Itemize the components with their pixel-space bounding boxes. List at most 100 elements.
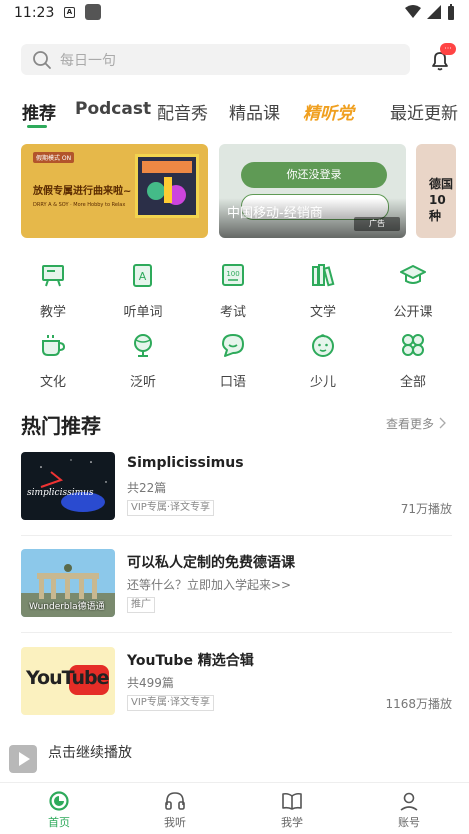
divider: [21, 535, 452, 536]
category-label: 少儿: [309, 375, 336, 390]
banner-german[interactable]: 德国 10种: [416, 144, 456, 238]
headphones-icon: [165, 792, 185, 810]
album-cover-image: [135, 154, 199, 218]
item-episode-count: 共22篇: [127, 481, 167, 495]
search-placeholder: 每日一句: [60, 52, 116, 69]
nav-home[interactable]: 首页: [29, 790, 89, 830]
coffee-cup-icon: [42, 335, 66, 356]
category-label: 文化: [39, 375, 66, 390]
vip-tag: VIP专属·译文专享: [127, 500, 214, 516]
ad-badge[interactable]: 广告: [354, 217, 400, 231]
item-episode-count: 共499篇: [127, 676, 174, 690]
category-label: 口语: [219, 375, 246, 390]
login-prompt-button[interactable]: 你还没登录: [241, 162, 387, 188]
globe-icon: [134, 334, 152, 357]
category-kids[interactable]: 少儿: [293, 332, 353, 390]
category-extensive-listening[interactable]: 泛听: [113, 332, 173, 390]
category-label: 文学: [309, 305, 336, 320]
banner-ad[interactable]: 你还没登录 中国移动-经销商 广告: [219, 144, 406, 238]
mini-player[interactable]: 点击继续播放: [0, 733, 469, 781]
see-more-label: 查看更多: [386, 417, 435, 431]
item-description: 还等什么？立即加入学起来>>: [127, 578, 292, 592]
status-time: 11:23: [14, 5, 55, 21]
battery-icon: [448, 4, 454, 20]
nav-label: 我学: [281, 816, 303, 829]
category-literature[interactable]: 文学: [293, 262, 353, 320]
bottom-navigation: 首页 我听 我学 账号: [0, 782, 469, 834]
tab-recommend[interactable]: 推荐: [22, 99, 56, 124]
section-title: 热门推荐: [21, 414, 101, 438]
wifi-icon: [405, 5, 421, 18]
four-leaf-icon: [402, 334, 424, 356]
speech-bubble-icon: [222, 334, 244, 357]
category-speaking[interactable]: 口语: [203, 332, 263, 390]
child-face-icon: [312, 334, 334, 357]
play-icon[interactable]: [9, 745, 37, 773]
banner-subtitle: DRRY A & SOY · More Hobby to Relax: [33, 202, 126, 208]
search-icon: [33, 50, 51, 69]
status-indicators: [405, 4, 455, 20]
banner-tag: 假期模式 ON: [33, 152, 75, 163]
nav-label: 首页: [48, 816, 70, 829]
category-culture[interactable]: 文化: [23, 332, 83, 390]
tab-premium-courses[interactable]: 精品课: [229, 99, 280, 124]
category-listen-words[interactable]: A 听单词: [113, 262, 173, 320]
search-bar[interactable]: 每日一句: [21, 44, 410, 75]
item-thumbnail: YouTube: [21, 647, 115, 715]
tab-recent-updates[interactable]: 最近更新: [390, 99, 458, 124]
home-icon: [49, 791, 69, 811]
category-exam[interactable]: 100 考试: [203, 262, 263, 320]
nav-account[interactable]: 账号: [379, 790, 439, 830]
item-title: 可以私人定制的免费德语课: [127, 555, 295, 571]
list-item[interactable]: YouTube YouTube 精选合辑 共499篇 VIP专属·译文专享 11…: [21, 647, 452, 715]
item-play-count: 1168万播放: [385, 697, 452, 711]
svg-text:100: 100: [226, 270, 239, 278]
signal-icon: [427, 5, 441, 19]
nav-label: 我听: [164, 816, 186, 829]
category-label: 泛听: [129, 375, 156, 390]
notification-a-icon: A: [64, 7, 75, 18]
category-open-course[interactable]: 公开课: [383, 262, 443, 320]
tab-dubbing-show[interactable]: 配音秀: [157, 99, 208, 124]
category-label: 公开课: [393, 305, 433, 320]
exam-100-icon: 100: [222, 264, 244, 286]
item-title: YouTube 精选合辑: [127, 653, 254, 669]
banner-caption: 中国移动-经销商: [227, 206, 323, 221]
chevron-right-icon: [439, 417, 446, 429]
continue-playing-label: 点击继续播放: [48, 745, 132, 761]
banner-carousel[interactable]: 假期模式 ON 放假专属进行曲来啦~ DRRY A & SOY · More H…: [0, 144, 469, 238]
category-tabs: 推荐 Podcast 配音秀 精品课 精听党 最近更新: [0, 96, 469, 136]
tab-podcast[interactable]: Podcast: [75, 99, 151, 119]
nav-label: 账号: [398, 816, 420, 829]
tab-intensive-listening[interactable]: 精听党: [303, 99, 354, 124]
nav-study[interactable]: 我学: [262, 790, 322, 830]
open-book-icon: [282, 792, 302, 810]
item-title: Simplicissimus: [127, 455, 244, 471]
list-item[interactable]: Wunderbla德语通 可以私人定制的免费德语课 还等什么？立即加入学起来>>…: [21, 549, 452, 617]
category-label: 教学: [39, 305, 66, 320]
item-thumbnail: simplicissimus: [21, 452, 115, 520]
user-icon: [400, 792, 418, 811]
category-label: 全部: [399, 375, 426, 390]
vip-tag: VIP专属·译文专享: [127, 695, 214, 711]
teaching-board-icon: [42, 265, 64, 287]
item-thumbnail: Wunderbla德语通: [21, 549, 115, 617]
item-play-count: 71万播放: [400, 502, 452, 516]
notification-badge: ···: [440, 43, 456, 55]
list-item[interactable]: simplicissimus Simplicissimus 共22篇 VIP专属…: [21, 452, 452, 520]
category-all[interactable]: 全部: [383, 332, 443, 390]
tab-active-indicator: [27, 125, 47, 128]
category-teaching[interactable]: 教学: [23, 262, 83, 320]
svg-text:A: A: [139, 270, 147, 283]
category-label: 考试: [219, 305, 246, 320]
youtube-logo: YouTube: [26, 667, 109, 689]
thumb-title: Wunderbla德语通: [29, 602, 105, 612]
nav-listen[interactable]: 我听: [145, 790, 205, 830]
promo-tag: 推广: [127, 597, 155, 613]
see-more-link[interactable]: 查看更多: [386, 415, 447, 432]
status-bar: 11:23 A: [0, 0, 469, 28]
thumb-title: simplicissimus: [27, 488, 94, 498]
banner-holiday[interactable]: 假期模式 ON 放假专属进行曲来啦~ DRRY A & SOY · More H…: [21, 144, 208, 238]
category-label: 听单词: [123, 305, 163, 320]
notification-square-icon: [85, 4, 101, 20]
